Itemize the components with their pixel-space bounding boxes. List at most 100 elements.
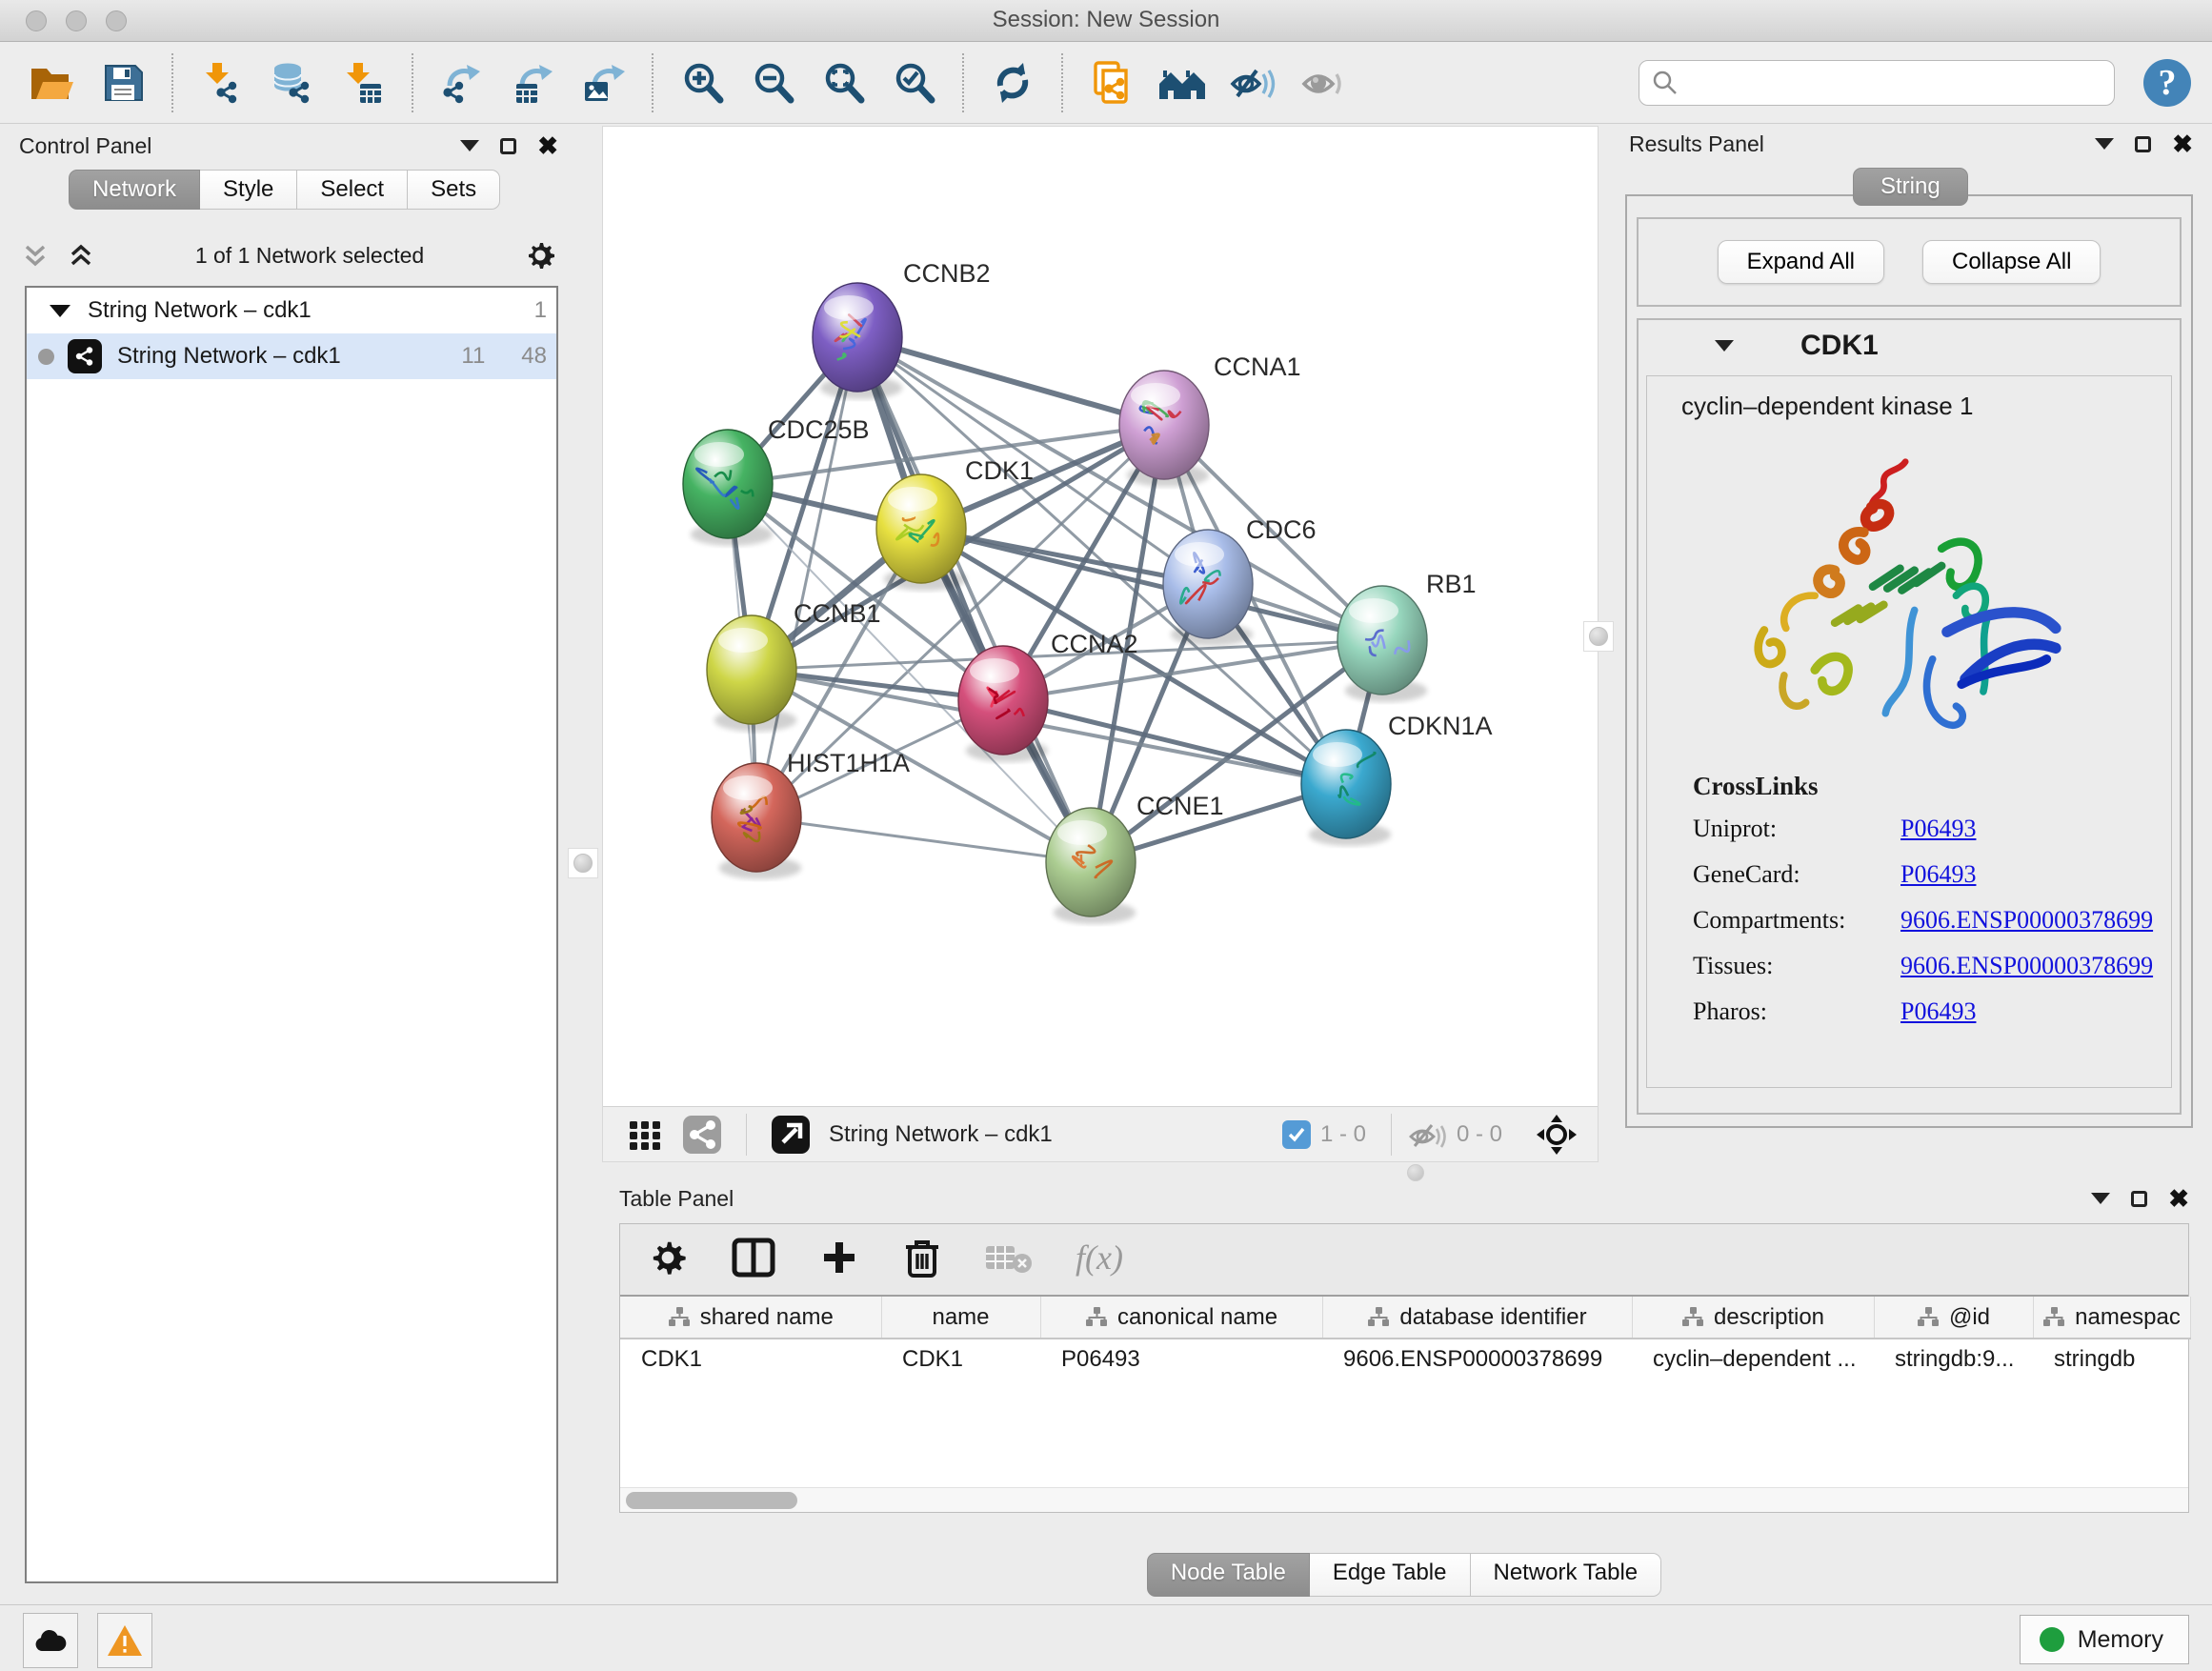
tab-select[interactable]: Select [297,170,408,210]
save-session-icon[interactable] [98,58,148,108]
network-row-selected[interactable]: String Network – cdk1 11 48 [27,333,556,379]
cloud-status-button[interactable] [23,1613,78,1668]
close-panel-icon[interactable]: ✖ [2172,131,2193,156]
delete-column-icon[interactable] [902,1236,942,1279]
close-panel-icon[interactable]: ✖ [537,133,558,158]
column-header-shared-name[interactable]: shared name [620,1297,881,1339]
collapse-all-chevron-icon[interactable] [65,239,97,272]
network-canvas[interactable]: CCNB2CCNA1CDC25BCDK1CDC6RB1CCNB1CCNA2CDK… [603,127,1598,1106]
show-all-eye-icon[interactable] [1298,58,1348,108]
columns-icon[interactable] [731,1237,776,1278]
tab-node-table[interactable]: Node Table [1147,1553,1310,1597]
tab-network[interactable]: Network [69,170,200,210]
right-splitter-handle[interactable] [1583,621,1614,652]
horizontal-splitter[interactable] [602,1162,2212,1178]
zoom-fit-icon[interactable] [818,58,868,108]
tab-edge-table[interactable]: Edge Table [1310,1553,1471,1597]
selected-checkbox-icon[interactable] [1282,1120,1311,1149]
import-table-icon[interactable] [338,58,388,108]
collapse-all-button[interactable]: Collapse All [1922,240,2101,284]
table-cell[interactable]: stringdb:9... [1874,1339,2033,1379]
tab-sets[interactable]: Sets [408,170,500,210]
memory-button[interactable]: Memory [2020,1615,2189,1664]
control-panel: Control Panel ✖ NetworkStyleSelectSets 1… [10,128,564,1593]
crosslink-link[interactable]: P06493 [1900,997,1976,1026]
float-panel-icon[interactable] [2135,136,2151,152]
node-CDC25B[interactable]: CDC25B [683,415,870,546]
network-collection-row[interactable]: String Network – cdk1 1 [27,288,556,333]
table-cell[interactable]: CDK1 [620,1339,881,1379]
network-view[interactable]: CCNB2CCNA1CDC25BCDK1CDC6RB1CCNB1CCNA2CDK… [602,126,1599,1162]
edge-CCNB2-HIST1H1A[interactable] [756,337,857,817]
fit-content-crosshair-icon[interactable] [1535,1113,1579,1157]
crosslink-link[interactable]: 9606.ENSP00000378699 [1900,952,2153,980]
collapse-arrow-icon[interactable] [50,305,70,317]
grid-view-icon[interactable] [620,1110,670,1159]
panel-menu-icon[interactable] [2091,1193,2110,1204]
float-panel-icon[interactable] [500,138,516,154]
edge-HIST1H1A-CCNE1[interactable] [756,817,1091,862]
float-panel-icon[interactable] [2131,1191,2147,1207]
warnings-button[interactable] [97,1613,152,1668]
node-CCNA1[interactable]: CCNA1 [1119,352,1301,487]
scrollbar-thumb[interactable] [626,1492,797,1509]
table-gear-icon[interactable] [647,1237,689,1278]
search-input[interactable] [1639,60,2115,106]
panel-menu-icon[interactable] [460,140,479,151]
node-CDC6[interactable]: CDC6 [1163,515,1317,646]
zoom-out-icon[interactable] [748,58,797,108]
column-header-@id[interactable]: @id [1874,1297,2033,1339]
help-button[interactable]: ? [2143,59,2191,107]
table-cell[interactable]: 9606.ENSP00000378699 [1322,1339,1632,1379]
expand-all-chevron-icon[interactable] [19,239,51,272]
birds-eye-view-icon[interactable] [766,1110,815,1159]
close-panel-icon[interactable]: ✖ [2168,1186,2189,1211]
table-cell[interactable]: cyclin–dependent ... [1632,1339,1874,1379]
column-header-database-identifier[interactable]: database identifier [1322,1297,1632,1339]
gear-icon[interactable] [522,237,558,273]
refresh-icon[interactable] [988,58,1037,108]
table-row[interactable]: CDK1CDK1P064939606.ENSP00000378699cyclin… [620,1339,2190,1379]
zoom-in-icon[interactable] [677,58,727,108]
import-network-icon[interactable] [197,58,247,108]
left-splitter-handle[interactable] [568,848,598,878]
node-HIST1H1A[interactable]: HIST1H1A [712,749,910,879]
table-cell[interactable]: CDK1 [881,1339,1040,1379]
tab-string[interactable]: String [1853,168,1968,206]
delete-table-icon[interactable] [984,1238,1034,1277]
hide-selected-icon[interactable] [1228,58,1277,108]
import-database-icon[interactable] [268,58,317,108]
export-table-icon[interactable] [508,58,557,108]
protein-section-header[interactable]: CDK1 [1639,320,2180,372]
crosslink-link[interactable]: P06493 [1900,815,1976,843]
home-network-icon[interactable] [1157,58,1207,108]
table-cell[interactable]: P06493 [1040,1339,1322,1379]
function-builder-icon[interactable]: f(x) [1076,1238,1123,1278]
table-cell[interactable]: stringdb [2033,1339,2190,1379]
crosslink-link[interactable]: 9606.ENSP00000378699 [1900,906,2153,935]
node-CDK1[interactable]: CDK1 [876,456,1034,591]
collapse-arrow-icon[interactable] [1715,340,1734,352]
clone-network-icon[interactable] [1087,58,1136,108]
column-header-name[interactable]: name [881,1297,1040,1339]
tab-network-table[interactable]: Network Table [1471,1553,1662,1597]
tab-style[interactable]: Style [200,170,297,210]
panel-menu-icon[interactable] [2095,138,2114,150]
hidden-eye-icon[interactable] [1407,1117,1447,1152]
network-view-icon[interactable] [677,1110,727,1159]
export-network-icon[interactable] [437,58,487,108]
table-horizontal-scrollbar[interactable] [620,1487,2188,1512]
open-file-icon[interactable] [28,58,77,108]
node-CCNE1[interactable]: CCNE1 [1046,792,1224,924]
expand-all-button[interactable]: Expand All [1718,240,1884,284]
zoom-selected-icon[interactable] [889,58,938,108]
node-CDKN1A[interactable]: CDKN1A [1301,712,1493,846]
add-column-icon[interactable] [818,1237,860,1278]
column-header-description[interactable]: description [1632,1297,1874,1339]
crosslink-link[interactable]: P06493 [1900,860,1976,889]
column-header-namespac[interactable]: namespac [2033,1297,2190,1339]
export-image-icon[interactable] [578,58,628,108]
node-RB1[interactable]: RB1 [1337,570,1477,702]
column-header-canonical-name[interactable]: canonical name [1040,1297,1322,1339]
edge-CCNB2-CCNE1[interactable] [857,337,1091,862]
